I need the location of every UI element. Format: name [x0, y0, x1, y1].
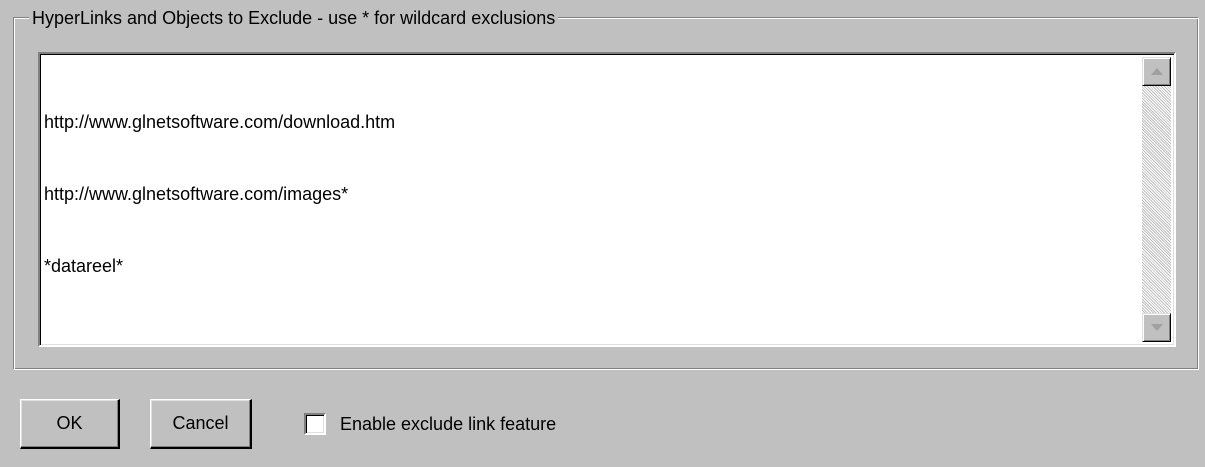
- cancel-button[interactable]: Cancel: [150, 399, 252, 449]
- arrow-down-icon: [1151, 324, 1163, 331]
- exclusions-textarea[interactable]: http://www.glnetsoftware.com/download.ht…: [38, 52, 1176, 347]
- vertical-scrollbar[interactable]: [1142, 57, 1171, 342]
- enable-exclude-checkbox[interactable]: Enable exclude link feature: [304, 413, 556, 435]
- exclusion-line: *datareel*: [44, 256, 124, 276]
- ok-button[interactable]: OK: [20, 399, 120, 449]
- exclusions-text[interactable]: http://www.glnetsoftware.com/download.ht…: [44, 62, 1138, 341]
- exclusion-line: http://www.glnetsoftware.com/images*: [44, 184, 349, 204]
- checkbox-box[interactable]: [304, 413, 326, 435]
- checkbox-label[interactable]: Enable exclude link feature: [340, 413, 556, 435]
- groupbox-title: HyperLinks and Objects to Exclude - use …: [29, 7, 559, 29]
- exclusion-line: http://www.glnetsoftware.com/download.ht…: [44, 112, 396, 132]
- arrow-up-icon: [1151, 68, 1163, 75]
- scroll-down-button[interactable]: [1142, 313, 1171, 342]
- scroll-up-button[interactable]: [1142, 57, 1171, 86]
